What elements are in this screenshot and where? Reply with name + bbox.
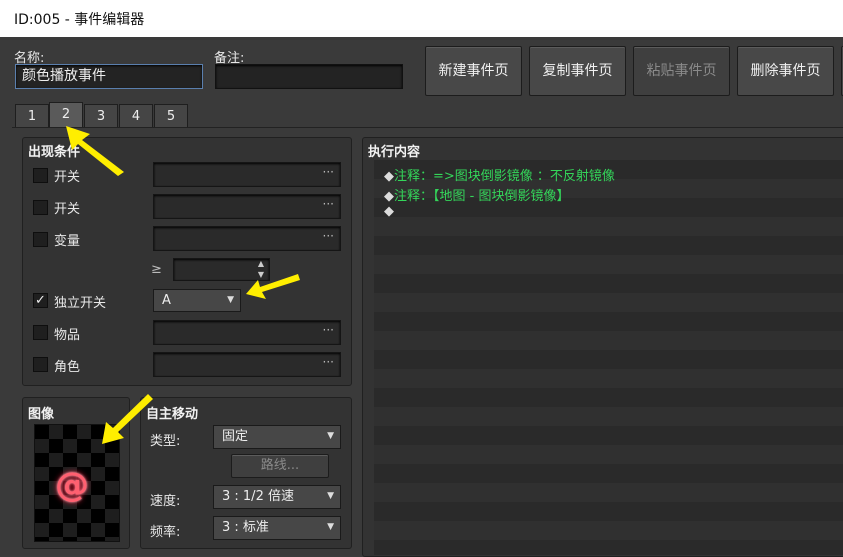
tab-1[interactable]: 1: [15, 104, 49, 128]
command-text: 注释：=>图块倒影镜像 ：不反射镜像: [394, 169, 615, 184]
switch1-checkbox[interactable]: [33, 168, 48, 183]
at-sign-graphic: @: [55, 465, 89, 505]
title-bar: ID:005 - 事件编辑器: [0, 0, 843, 37]
spin-up-icon[interactable]: ▲: [258, 259, 264, 268]
bullet-icon: ◆: [384, 169, 394, 184]
name-input[interactable]: 颜色播放事件: [15, 64, 203, 89]
freq-dropdown[interactable]: 3 : 标准 ▼: [213, 516, 341, 540]
item-more-icon: ···: [322, 323, 334, 337]
command-list[interactable]: ◆注释：=>图块倒影镜像 ：不反射镜像 ◆注释：【地图 - 图块倒影镜像】 ◆: [374, 160, 843, 555]
type-value: 固定: [222, 429, 249, 444]
speed-dropdown[interactable]: 3 : 1/2 倍速 ▼: [213, 485, 341, 509]
command-line[interactable]: ◆注释：【地图 - 图块倒影镜像】: [384, 185, 569, 204]
variable-label: 变量: [54, 234, 81, 249]
type-dropdown[interactable]: 固定 ▼: [213, 425, 341, 449]
window-title: ID:005 - 事件编辑器: [14, 12, 145, 28]
chevron-down-icon: ▼: [327, 431, 334, 441]
freq-value: 3 : 标准: [222, 520, 269, 535]
command-line[interactable]: ◆: [384, 204, 394, 219]
annotation-arrow-image: [102, 394, 153, 444]
image-title: 图像: [28, 407, 55, 422]
command-line[interactable]: ◆注释：=>图块倒影镜像 ：不反射镜像: [384, 165, 615, 184]
switch2-more-icon: ···: [322, 197, 334, 211]
self-switch-checkbox[interactable]: ✓: [33, 293, 48, 308]
item-select[interactable]: ···: [153, 320, 341, 345]
chevron-down-icon: ▼: [327, 491, 334, 501]
switch2-select[interactable]: ···: [153, 194, 341, 219]
actor-checkbox[interactable]: [33, 357, 48, 372]
delete-page-button[interactable]: 删除事件页: [737, 46, 834, 96]
speed-value: 3 : 1/2 倍速: [222, 489, 294, 504]
paste-page-button[interactable]: 粘贴事件页: [633, 46, 730, 96]
item-checkbox[interactable]: [33, 325, 48, 340]
command-text: 注释：【地图 - 图块倒影镜像】: [394, 189, 570, 204]
switch2-label: 开关: [54, 202, 81, 217]
actor-select[interactable]: ···: [153, 352, 341, 377]
chevron-down-icon: ▼: [327, 522, 334, 532]
annotation-arrow-selfswitch: [246, 274, 300, 299]
self-switch-value: A: [162, 293, 171, 308]
switch2-checkbox[interactable]: [33, 200, 48, 215]
switch1-select[interactable]: ···: [153, 162, 341, 187]
ge-symbol: ≥: [151, 262, 162, 277]
note-input[interactable]: [215, 64, 403, 89]
actor-label: 角色: [54, 360, 81, 375]
variable-select[interactable]: ···: [153, 226, 341, 251]
speed-label: 速度:: [150, 494, 181, 509]
copy-page-button[interactable]: 复制事件页: [529, 46, 626, 96]
self-switch-dropdown[interactable]: A ▼: [153, 289, 241, 312]
new-page-button[interactable]: 新建事件页: [425, 46, 522, 96]
self-switch-label: 独立开关: [54, 296, 107, 311]
bullet-icon: ◆: [384, 189, 394, 204]
switch1-more-icon: ···: [322, 165, 334, 179]
tab-5[interactable]: 5: [154, 104, 188, 128]
item-label: 物品: [54, 328, 81, 343]
chevron-down-icon: ▼: [227, 295, 234, 305]
tab-divider: [12, 127, 843, 128]
contents-title: 执行内容: [368, 145, 421, 160]
freq-label: 频率:: [150, 525, 181, 540]
variable-checkbox[interactable]: [33, 232, 48, 247]
route-button[interactable]: 路线...: [231, 454, 329, 478]
annotation-arrow-tab: [66, 126, 124, 176]
bullet-icon: ◆: [384, 204, 394, 219]
actor-more-icon: ···: [322, 355, 334, 369]
variable-more-icon: ···: [322, 229, 334, 243]
